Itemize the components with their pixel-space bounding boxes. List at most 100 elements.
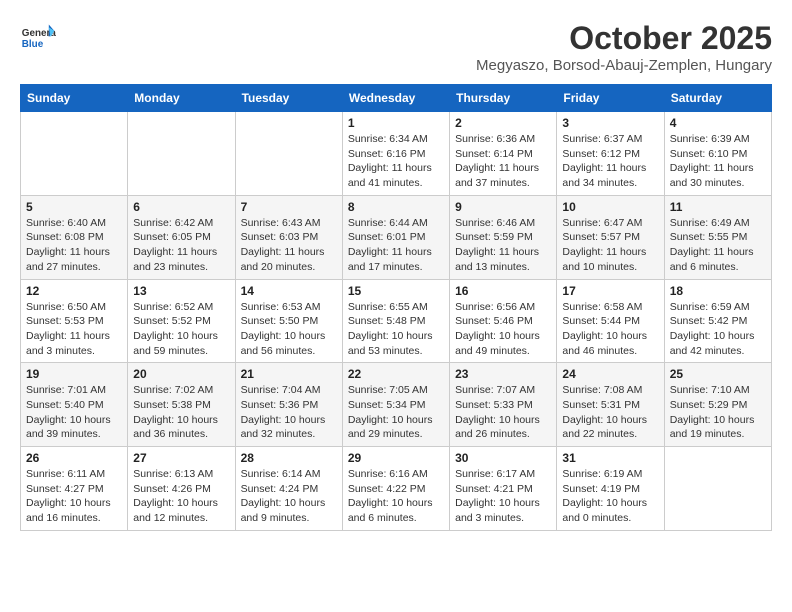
day-number: 28 [241, 451, 337, 465]
day-number: 24 [562, 367, 658, 381]
day-detail: Sunrise: 6:44 AM Sunset: 6:01 PM Dayligh… [348, 216, 444, 275]
day-detail: Sunrise: 7:10 AM Sunset: 5:29 PM Dayligh… [670, 383, 766, 442]
day-number: 21 [241, 367, 337, 381]
calendar-cell: 13Sunrise: 6:52 AM Sunset: 5:52 PM Dayli… [128, 279, 235, 363]
calendar-cell: 25 Sunrise: 7:10 AM Sunset: 5:29 PM Dayli… [664, 363, 771, 447]
calendar-cell: 21 Sunrise: 7:04 AM Sunset: 5:36 PM Dayli… [235, 363, 342, 447]
page-header: General Blue October 2025 Megyaszo, Bors… [20, 20, 772, 74]
calendar-row-2: 5 Sunrise: 6:40 AM Sunset: 6:08 PM Daylig… [21, 195, 772, 279]
calendar-cell: 20 Sunrise: 7:02 AM Sunset: 5:38 PM Dayli… [128, 363, 235, 447]
weekday-header-sunday: Sunday [21, 85, 128, 112]
day-detail: Sunrise: 6:55 AM Sunset: 5:48 PM Dayligh… [348, 300, 444, 359]
calendar-cell: 14 Sunrise: 6:53 AM Sunset: 5:50 PM Dayli… [235, 279, 342, 363]
calendar-cell: 23 Sunrise: 7:07 AM Sunset: 5:33 PM Dayli… [450, 363, 557, 447]
weekday-header-saturday: Saturday [664, 85, 771, 112]
calendar-cell: 17 Sunrise: 6:58 AM Sunset: 5:44 PM Dayli… [557, 279, 664, 363]
day-detail: Sunrise: 7:05 AM Sunset: 5:34 PM Dayligh… [348, 383, 444, 442]
day-detail: Sunrise: 6:37 AM Sunset: 6:12 PM Dayligh… [562, 132, 658, 191]
day-number: 17 [562, 284, 658, 298]
calendar-cell: 5 Sunrise: 6:40 AM Sunset: 6:08 PM Daylig… [21, 195, 128, 279]
calendar-cell [21, 112, 128, 196]
day-number: 10 [562, 200, 658, 214]
calendar-cell: 30 Sunrise: 6:17 AM Sunset: 4:21 PM Dayli… [450, 447, 557, 531]
day-detail: Sunrise: 6:49 AM Sunset: 5:55 PM Dayligh… [670, 216, 766, 275]
day-detail: Sunrise: 6:40 AM Sunset: 6:08 PM Dayligh… [26, 216, 122, 275]
day-detail: Sunrise: 6:14 AM Sunset: 4:24 PM Dayligh… [241, 467, 337, 526]
day-number: 31 [562, 451, 658, 465]
day-number: 5 [26, 200, 122, 214]
day-number: 22 [348, 367, 444, 381]
day-number: 3 [562, 116, 658, 130]
weekday-header-thursday: Thursday [450, 85, 557, 112]
calendar-cell: 2 Sunrise: 6:36 AM Sunset: 6:14 PM Daylig… [450, 112, 557, 196]
day-number: 30 [455, 451, 551, 465]
day-detail: Sunrise: 6:39 AM Sunset: 6:10 PM Dayligh… [670, 132, 766, 191]
day-number: 19 [26, 367, 122, 381]
calendar-cell: 19 Sunrise: 7:01 AM Sunset: 5:40 PM Dayli… [21, 363, 128, 447]
calendar-cell: 9 Sunrise: 6:46 AM Sunset: 5:59 PM Daylig… [450, 195, 557, 279]
day-number: 2 [455, 116, 551, 130]
day-detail: Sunrise: 6:46 AM Sunset: 5:59 PM Dayligh… [455, 216, 551, 275]
calendar-cell: 26 Sunrise: 6:11 AM Sunset: 4:27 PM Dayli… [21, 447, 128, 531]
day-detail: Sunrise: 6:59 AM Sunset: 5:42 PM Dayligh… [670, 300, 766, 359]
calendar-cell: 15 Sunrise: 6:55 AM Sunset: 5:48 PM Dayli… [342, 279, 449, 363]
svg-text:Blue: Blue [22, 39, 44, 50]
day-number: 8 [348, 200, 444, 214]
day-detail: Sunrise: 7:02 AM Sunset: 5:38 PM Dayligh… [133, 383, 229, 442]
day-number: 15 [348, 284, 444, 298]
calendar-cell: 6 Sunrise: 6:42 AM Sunset: 6:05 PM Daylig… [128, 195, 235, 279]
day-number: 14 [241, 284, 337, 298]
day-number: 27 [133, 451, 229, 465]
day-detail: Sunrise: 6:17 AM Sunset: 4:21 PM Dayligh… [455, 467, 551, 526]
calendar-cell: 22 Sunrise: 7:05 AM Sunset: 5:34 PM Dayli… [342, 363, 449, 447]
day-number: 25 [670, 367, 766, 381]
day-number: 20 [133, 367, 229, 381]
calendar-header-row: SundayMondayTuesdayWednesdayThursdayFrid… [21, 85, 772, 112]
day-detail: Sunrise: 7:07 AM Sunset: 5:33 PM Dayligh… [455, 383, 551, 442]
day-detail: Sunrise: 6:42 AM Sunset: 6:05 PM Dayligh… [133, 216, 229, 275]
day-detail: Sunrise: 6:13 AM Sunset: 4:26 PM Dayligh… [133, 467, 229, 526]
weekday-header-wednesday: Wednesday [342, 85, 449, 112]
day-number: 9 [455, 200, 551, 214]
calendar-cell: 31 Sunrise: 6:19 AM Sunset: 4:19 PM Dayli… [557, 447, 664, 531]
day-detail: Sunrise: 6:58 AM Sunset: 5:44 PM Dayligh… [562, 300, 658, 359]
day-number: 7 [241, 200, 337, 214]
day-detail: Sunrise: 6:47 AM Sunset: 5:57 PM Dayligh… [562, 216, 658, 275]
day-detail: Sunrise: 6:36 AM Sunset: 6:14 PM Dayligh… [455, 132, 551, 191]
day-number: 29 [348, 451, 444, 465]
calendar-cell: 11 Sunrise: 6:49 AM Sunset: 5:55 PM Dayli… [664, 195, 771, 279]
logo-icon: General Blue [20, 20, 56, 56]
logo: General Blue [20, 20, 56, 56]
location-subtitle: Megyaszo, Borsod-Abauj-Zemplen, Hungary [476, 57, 772, 74]
day-detail: Sunrise: 6:53 AM Sunset: 5:50 PM Dayligh… [241, 300, 337, 359]
weekday-header-tuesday: Tuesday [235, 85, 342, 112]
day-detail: Sunrise: 7:04 AM Sunset: 5:36 PM Dayligh… [241, 383, 337, 442]
day-number: 23 [455, 367, 551, 381]
calendar-cell: 8 Sunrise: 6:44 AM Sunset: 6:01 PM Daylig… [342, 195, 449, 279]
day-number: 6 [133, 200, 229, 214]
day-detail: Sunrise: 6:16 AM Sunset: 4:22 PM Dayligh… [348, 467, 444, 526]
day-number: 18 [670, 284, 766, 298]
day-detail: Sunrise: 6:50 AM Sunset: 5:53 PM Dayligh… [26, 300, 122, 359]
day-number: 11 [670, 200, 766, 214]
calendar-row-4: 19 Sunrise: 7:01 AM Sunset: 5:40 PM Dayli… [21, 363, 772, 447]
calendar-cell: 7Sunrise: 6:43 AM Sunset: 6:03 PM Daylig… [235, 195, 342, 279]
calendar-cell: 29 Sunrise: 6:16 AM Sunset: 4:22 PM Dayli… [342, 447, 449, 531]
calendar-cell: 18 Sunrise: 6:59 AM Sunset: 5:42 PM Dayli… [664, 279, 771, 363]
day-number: 12 [26, 284, 122, 298]
day-number: 13 [133, 284, 229, 298]
day-detail: Sunrise: 6:11 AM Sunset: 4:27 PM Dayligh… [26, 467, 122, 526]
day-detail: Sunrise: 6:34 AM Sunset: 6:16 PM Dayligh… [348, 132, 444, 191]
calendar-cell [128, 112, 235, 196]
weekday-header-monday: Monday [128, 85, 235, 112]
calendar-row-3: 12 Sunrise: 6:50 AM Sunset: 5:53 PM Dayli… [21, 279, 772, 363]
calendar-cell: 24Sunrise: 7:08 AM Sunset: 5:31 PM Dayli… [557, 363, 664, 447]
day-number: 4 [670, 116, 766, 130]
calendar-cell: 3 Sunrise: 6:37 AM Sunset: 6:12 PM Daylig… [557, 112, 664, 196]
day-detail: Sunrise: 6:19 AM Sunset: 4:19 PM Dayligh… [562, 467, 658, 526]
month-title: October 2025 [476, 20, 772, 57]
day-number: 26 [26, 451, 122, 465]
day-detail: Sunrise: 7:01 AM Sunset: 5:40 PM Dayligh… [26, 383, 122, 442]
calendar-cell: 12 Sunrise: 6:50 AM Sunset: 5:53 PM Dayli… [21, 279, 128, 363]
calendar-row-5: 26 Sunrise: 6:11 AM Sunset: 4:27 PM Dayli… [21, 447, 772, 531]
